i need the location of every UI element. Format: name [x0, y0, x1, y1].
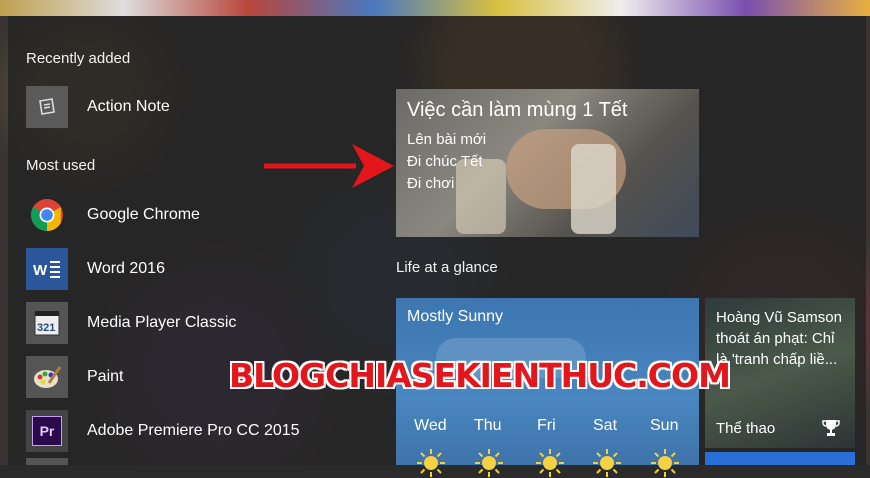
- todo-item: Đi chơi: [407, 175, 455, 192]
- sun-icon: [651, 449, 679, 477]
- app-word-2016[interactable]: W Word 2016: [26, 247, 366, 291]
- svg-text:W: W: [33, 262, 48, 279]
- sun-icon: [593, 449, 621, 477]
- app-icon-partial: [26, 458, 68, 465]
- app-adobe-premiere[interactable]: Pr Adobe Premiere Pro CC 2015: [26, 409, 366, 453]
- forecast-day: Sun: [650, 417, 679, 434]
- todo-item: Lên bài mới: [407, 131, 487, 148]
- app-label: Google Chrome: [87, 206, 200, 223]
- app-label: Adobe Premiere Pro CC 2015: [87, 422, 300, 439]
- app-action-note[interactable]: Action Note: [26, 85, 366, 129]
- todo-item: Đi chúc Tết: [407, 153, 483, 170]
- life-at-a-glance-heading: Life at a glance: [396, 259, 498, 276]
- chrome-icon: [26, 194, 68, 236]
- forecast-day: Fri: [537, 417, 556, 434]
- tile-photo-cup: [571, 144, 616, 234]
- watermark: BLOGCHIASEKIENTHUC.COM: [229, 356, 731, 395]
- action-note-icon: [26, 86, 68, 128]
- recently-added-heading: Recently added: [26, 50, 131, 67]
- sun-icon: [475, 449, 503, 477]
- sun-icon: [536, 449, 564, 477]
- app-google-chrome[interactable]: Google Chrome: [26, 193, 366, 237]
- app-label: Word 2016: [87, 260, 165, 277]
- most-used-heading: Most used: [26, 157, 96, 174]
- app-label: Paint: [87, 368, 124, 385]
- todo-live-tile[interactable]: Việc cần làm mùng 1 Tết Lên bài mới Đi c…: [396, 89, 699, 237]
- forecast-day: Thu: [474, 417, 502, 434]
- app-media-player-classic[interactable]: 321 Media Player Classic: [26, 301, 366, 345]
- tile-photo-cup: [456, 159, 506, 234]
- media-player-classic-icon: 321: [26, 302, 68, 344]
- svg-text:321: 321: [37, 322, 55, 334]
- forecast-day: Sat: [593, 417, 618, 434]
- todo-title: Việc cần làm mùng 1 Tết: [407, 99, 628, 121]
- paint-icon: [26, 356, 68, 398]
- background-strip: [0, 0, 870, 16]
- word-icon: W: [26, 248, 68, 290]
- sports-headline: Hoàng Vũ Samson thoát án phạt: Chỉ là 't…: [716, 309, 842, 368]
- weather-condition: Mostly Sunny: [407, 308, 504, 325]
- app-label: Action Note: [87, 98, 170, 115]
- sun-icon: [417, 449, 445, 477]
- red-arrow-icon: [264, 144, 394, 188]
- forecast-day: Wed: [414, 417, 447, 434]
- trophy-icon: [822, 420, 840, 436]
- premiere-icon: Pr: [26, 410, 68, 452]
- next-tile[interactable]: [705, 452, 855, 465]
- sports-category: Thể thao: [716, 420, 776, 437]
- app-label: Media Player Classic: [87, 314, 237, 331]
